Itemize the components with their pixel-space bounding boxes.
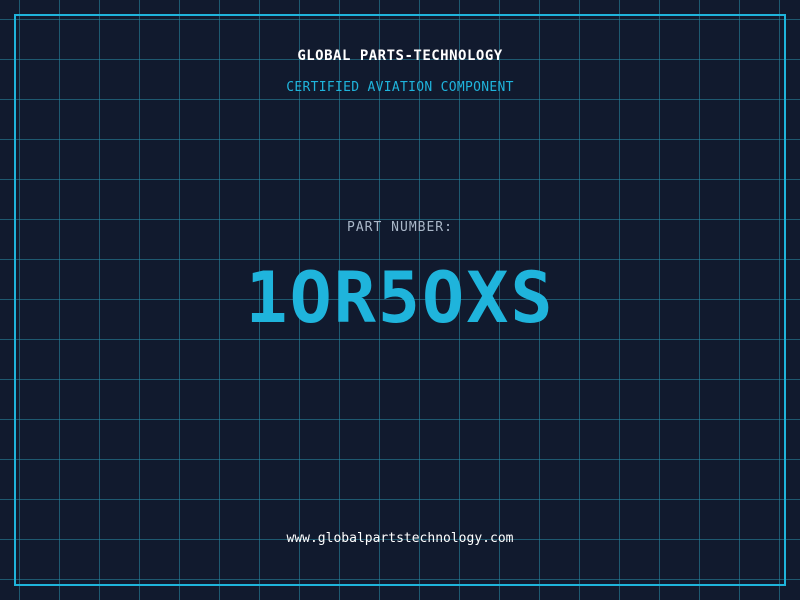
part-number-label: PART NUMBER: bbox=[347, 220, 453, 235]
company-name: GLOBAL PARTS-TECHNOLOGY bbox=[297, 48, 503, 64]
website-url[interactable]: www.globalpartstechnology.com bbox=[0, 531, 800, 546]
part-number-value: 1OR5OXS bbox=[245, 257, 555, 339]
tagline: CERTIFIED AVIATION COMPONENT bbox=[286, 80, 514, 95]
